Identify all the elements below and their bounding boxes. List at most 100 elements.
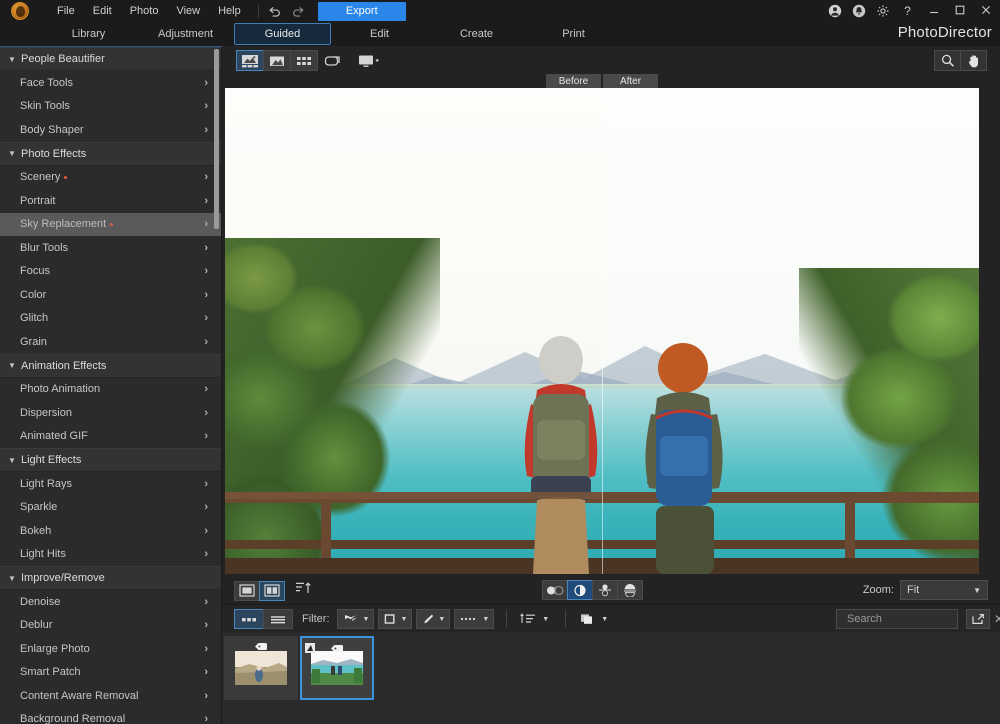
before-label: Before (546, 74, 601, 88)
window-controls: ? (827, 0, 994, 22)
account-icon[interactable] (827, 4, 842, 19)
marker-filter-dropdown[interactable]: ▼ (416, 609, 450, 629)
compare-split-icon[interactable] (567, 580, 593, 600)
compare-mode-group (542, 580, 642, 600)
sidebar-item-body-shaper[interactable]: Body Shaper› (0, 118, 222, 142)
rating-square-icon (383, 613, 397, 625)
sidebar-item-blur-tools[interactable]: Blur Tools› (0, 236, 222, 260)
gear-icon[interactable] (875, 4, 890, 19)
chevron-down-icon: ▼ (973, 586, 981, 595)
sidebar-item-light-hits[interactable]: Light Hits› (0, 543, 222, 567)
magnifier-icon[interactable] (934, 50, 961, 71)
before-after-labels: Before After (546, 74, 658, 88)
sidebar-item-denoise[interactable]: Denoise› (0, 590, 222, 614)
search-box[interactable]: ✕ (836, 609, 958, 629)
tab-create[interactable]: Create (428, 23, 525, 45)
tab-library[interactable]: Library (40, 23, 137, 45)
sidebar-scrollbar[interactable] (214, 49, 219, 229)
sidebar-item-smart-patch[interactable]: Smart Patch› (0, 661, 222, 685)
sidebar-item-focus[interactable]: Focus› (0, 260, 222, 284)
single-pane-icon[interactable] (234, 581, 260, 601)
sidebar-item-skin-tools[interactable]: Skin Tools› (0, 95, 222, 119)
sort-dropdown[interactable]: ▼ (515, 609, 553, 629)
view-mode-grid[interactable] (290, 50, 318, 71)
sidebar-item-face-tools[interactable]: Face Tools› (0, 71, 222, 95)
menu-help[interactable]: Help (209, 1, 250, 21)
tab-adjustment[interactable]: Adjustment (137, 23, 234, 45)
sidebar-group-light-effects[interactable]: ▼Light Effects (0, 448, 222, 472)
close-button[interactable] (977, 4, 994, 19)
sidebar-item-photo-animation[interactable]: Photo Animation› (0, 378, 222, 402)
tag-icon (254, 638, 268, 656)
sidebar-item-animated-gif[interactable]: Animated GIF› (0, 425, 222, 449)
notification-bell-icon[interactable] (851, 4, 866, 19)
caret-down-icon: ▼ (8, 55, 18, 64)
sort-order-icon[interactable] (294, 580, 312, 601)
tab-print[interactable]: Print (525, 23, 622, 45)
export-button[interactable]: Export (318, 2, 406, 21)
open-external-icon[interactable] (966, 609, 990, 629)
thumbnail-item[interactable] (224, 636, 298, 700)
menu-bar: File Edit Photo View Help Export (48, 1, 406, 21)
sidebar-item-background-removal[interactable]: Background Removal› (0, 708, 222, 724)
photo-stage: Before After (225, 88, 979, 574)
redo-arrow-icon[interactable] (291, 5, 306, 18)
sidebar-group-photo-effects[interactable]: ▼Photo Effects (0, 142, 222, 166)
sidebar-item-content-aware-removal[interactable]: Content Aware Removal› (0, 684, 222, 708)
rating-filter-dropdown[interactable]: ▼ (378, 609, 412, 629)
sidebar-group-people-beautifier[interactable]: ▼People Beautifier (0, 47, 222, 71)
sidebar-item-scenery[interactable]: Scenery› (0, 166, 222, 190)
undo-redo-group (267, 5, 306, 18)
minimize-button[interactable] (925, 4, 942, 19)
sidebar-item-light-rays[interactable]: Light Rays› (0, 472, 222, 496)
chevron-right-icon: › (204, 124, 208, 136)
undo-arrow-icon[interactable] (267, 5, 282, 18)
tab-edit[interactable]: Edit (331, 23, 428, 45)
compare-split-handle[interactable] (602, 88, 603, 574)
compare-vertical-split-icon[interactable] (592, 580, 618, 600)
chevron-right-icon: › (204, 525, 208, 537)
compare-side-by-side-icon[interactable] (542, 580, 568, 600)
sidebar-item-portrait[interactable]: Portrait› (0, 189, 222, 213)
tab-guided[interactable]: Guided (234, 23, 331, 45)
sidebar-item-sparkle[interactable]: Sparkle› (0, 496, 222, 520)
fullscreen-toggle-icon[interactable] (320, 50, 346, 71)
sidebar-item-deblur[interactable]: Deblur› (0, 614, 222, 638)
flag-filter-dropdown[interactable]: ▼ (337, 609, 375, 629)
marker-pen-icon (421, 613, 435, 625)
sidebar-item-label: Color (20, 289, 46, 301)
thumbnail-list-icon[interactable] (234, 609, 264, 629)
tags-filter-dropdown[interactable]: ▼ (454, 609, 494, 629)
compare-photo[interactable] (225, 88, 979, 574)
clear-search-icon[interactable]: ✕ (994, 612, 1000, 626)
stack-dropdown[interactable]: ▼ (574, 609, 612, 629)
view-mode-photo-filmstrip[interactable] (236, 50, 264, 71)
sidebar-item-color[interactable]: Color› (0, 283, 222, 307)
sidebar-item-bokeh[interactable]: Bokeh› (0, 519, 222, 543)
menu-file[interactable]: File (48, 1, 84, 21)
sidebar-item-grain[interactable]: Grain› (0, 330, 222, 354)
sidebar-item-enlarge-photo[interactable]: Enlarge Photo› (0, 637, 222, 661)
sidebar-group-animation-effects[interactable]: ▼Animation Effects (0, 354, 222, 378)
chevron-down-icon: ▼ (438, 616, 445, 623)
secondary-monitor-icon[interactable] (356, 50, 382, 71)
help-icon[interactable]: ? (899, 4, 916, 18)
sidebar-item-glitch[interactable]: Glitch› (0, 307, 222, 331)
menu-view[interactable]: View (167, 1, 209, 21)
menu-photo[interactable]: Photo (121, 1, 168, 21)
menu-edit[interactable]: Edit (84, 1, 121, 21)
zoom-label: Zoom: (863, 584, 894, 596)
detail-list-icon[interactable] (263, 609, 293, 629)
maximize-button[interactable] (951, 4, 968, 19)
caret-down-icon: ▼ (8, 361, 18, 370)
sidebar-item-dispersion[interactable]: Dispersion› (0, 401, 222, 425)
zoom-select[interactable]: Fit ▼ (900, 580, 988, 600)
thumbnail-item[interactable] (300, 636, 374, 700)
sidebar-group-improve-remove[interactable]: ▼Improve/Remove (0, 566, 222, 590)
hand-icon[interactable] (960, 50, 987, 71)
sidebar-item-sky-replacement[interactable]: Sky Replacement› (0, 213, 222, 237)
new-badge-dot (110, 223, 113, 226)
view-mode-photo-only[interactable] (263, 50, 291, 71)
split-pane-icon[interactable] (259, 581, 285, 601)
compare-stacked-icon[interactable] (617, 580, 643, 600)
